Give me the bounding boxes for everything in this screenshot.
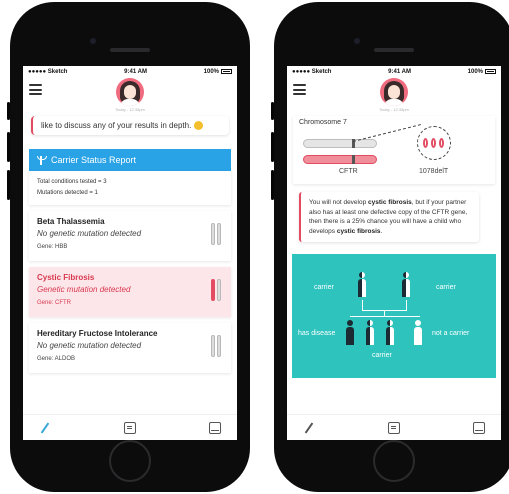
mutations-detected: Mutations detected = 1 [37,190,98,196]
child-carrier-figure [366,320,374,346]
condition-gene: Gene: ALDOB [37,356,76,362]
chromosome-card: Chromosome 7 CFTR 1078delT [293,116,495,184]
info-bold-1: cystic fibrosis [368,199,412,206]
volume-up-button [7,132,10,162]
battery-indicator: 100% [467,68,496,76]
chat-bubble: like to discuss any of your results in d… [31,116,229,135]
battery-indicator: 100% [203,68,232,76]
screen-left: ●●●●● Sketch 9:41 AM 100% Today - 12:35p… [23,66,237,440]
condition-result: No genetic mutation detected [37,229,142,238]
info-text-1: You will not develop [309,199,369,206]
parent-carrier-figure [402,272,410,298]
tab-bar [287,414,501,440]
chromosome-icon [211,335,221,357]
report-summary: Total conditions tested = 3 Mutations de… [29,171,231,205]
inheritance-diagram: carrier carrier has disease not a carrie… [292,254,496,378]
report-title: Carrier Status Report [51,155,137,165]
avatar[interactable] [380,78,408,106]
carrier-label: ●●●●● Sketch [292,69,332,75]
app-bar: Today - 12:35pm [287,78,501,116]
screen-right: ●●●●● Sketch 9:41 AM 100% Today - 12:35p… [287,66,501,440]
chromosome-title: Chromosome 7 [299,119,347,126]
carrier-right-label: carrier [436,284,456,291]
app-bar: Today - 12:35pm [23,78,237,116]
status-bar: ●●●●● Sketch 9:41 AM 100% [23,66,237,78]
volume-down-button [271,170,274,200]
carrier-bottom-label: carrier [372,352,392,359]
condition-gene: Gene: CFTR [37,300,72,306]
pipette-tab-icon[interactable] [303,422,315,434]
condition-result: Genetic mutation detected [37,285,131,294]
condition-card-alert[interactable]: Cystic Fibrosis Genetic mutation detecte… [29,267,231,317]
chromosome-icon [211,223,221,245]
document-tab-icon[interactable] [388,421,400,434]
document-tab-icon[interactable] [124,421,136,434]
pipette-tab-icon[interactable] [39,422,51,434]
stage: ●●●●● Sketch 9:41 AM 100% Today - 12:35p… [0,0,509,494]
smile-emoji-icon [193,121,203,131]
not-carrier-label: not a carrier [432,330,470,337]
dna-zoom-icon [417,126,451,160]
condition-gene: Gene: HBB [37,244,68,250]
inbox-tab-icon[interactable] [209,421,221,434]
message-timestamp: Today - 12:35pm [115,107,145,112]
condition-name: Hereditary Fructose Intolerance [37,329,158,338]
child-noncarrier-figure [414,320,422,346]
volume-down-button [7,170,10,200]
mute-switch [271,102,274,120]
total-conditions: Total conditions tested = 3 [37,179,107,185]
volume-up-button [271,132,274,162]
info-bold-2: cystic fibrosis [336,227,381,235]
inbox-tab-icon[interactable] [473,421,485,434]
chromosome-copy-mutated [303,155,377,164]
clock: 9:41 AM [124,69,147,75]
parent-carrier-figure [358,272,366,298]
battery-percent: 100% [203,69,219,76]
variant-label: 1078delT [419,168,449,175]
hamburger-menu-icon[interactable] [29,84,42,95]
tree-line [350,316,420,317]
hamburger-menu-icon[interactable] [293,84,306,95]
has-disease-label: has disease [298,330,336,337]
chat-bubble-text: like to discuss any of your results in d… [41,121,192,130]
condition-card[interactable]: Hereditary Fructose Intolerance No genet… [29,323,231,373]
info-bubble: You will not develop cystic fibrosis, bu… [299,192,479,242]
front-camera [354,38,360,44]
battery-icon [221,68,232,74]
condition-result: No genetic mutation detected [37,341,142,350]
tab-bar [23,414,237,440]
earpiece-speaker [374,48,414,52]
tree-line [362,300,363,310]
child-disease-figure [346,320,354,346]
front-camera [90,38,96,44]
child-carrier-figure [386,320,394,346]
status-bar: ●●●●● Sketch 9:41 AM 100% [287,66,501,78]
message-timestamp: Today - 12:35pm [379,107,409,112]
battery-icon [485,68,496,74]
battery-percent: 100% [467,69,483,76]
condition-name: Cystic Fibrosis [37,273,95,282]
zoom-connector-line [352,124,422,142]
home-button[interactable] [109,440,151,482]
gene-label: CFTR [339,168,358,175]
clock: 9:41 AM [388,69,411,75]
carrier-report-header[interactable]: Carrier Status Report [29,149,231,171]
condition-name: Beta Thalassemia [37,217,105,226]
info-text-3: . [380,227,383,235]
tree-line [406,300,407,310]
phone-right: ●●●●● Sketch 9:41 AM 100% Today - 12:35p… [271,2,509,492]
earpiece-speaker [110,48,150,52]
carrier-left-label: carrier [314,284,334,291]
phone-left: ●●●●● Sketch 9:41 AM 100% Today - 12:35p… [7,2,250,492]
avatar[interactable] [116,78,144,106]
home-button[interactable] [373,440,415,482]
chromosome-copy-normal [303,139,377,148]
condition-card[interactable]: Beta Thalassemia No genetic mutation det… [29,211,231,261]
carrier-label: ●●●●● Sketch [28,69,68,75]
chromosome-icon [211,279,221,301]
dna-test-icon [37,155,47,165]
mute-switch [7,102,10,120]
